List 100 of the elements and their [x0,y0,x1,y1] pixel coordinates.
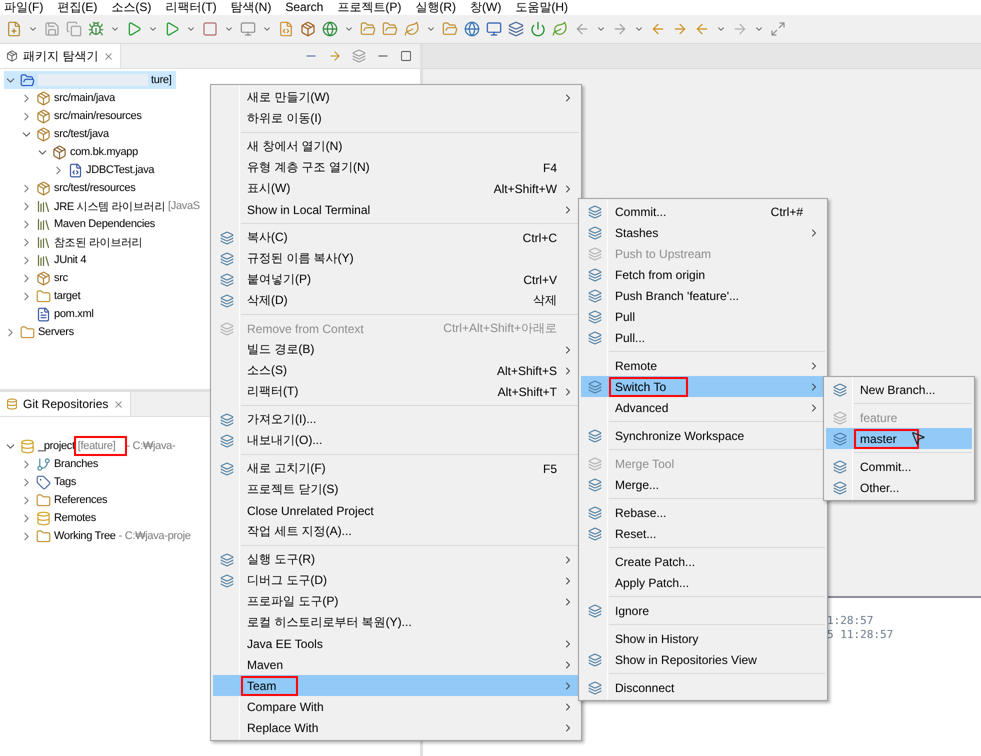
stop-icon[interactable] [202,21,218,37]
bug-icon[interactable] [88,21,104,37]
new-file-icon[interactable] [6,21,22,37]
menu-item[interactable]: Fetch from origin [581,264,825,285]
menu-item[interactable]: Advanced [581,397,825,418]
menu-item[interactable]: 붙여넣기(P) Ctrl+V [213,269,579,290]
menu-item[interactable]: 새로 고치기(F) F5 [213,458,579,479]
tree-item[interactable]: pom.xml [20,305,98,323]
power-icon[interactable] [530,21,546,37]
menu-bar-item[interactable]: 탐색(N) [230,0,272,15]
menu-bar-item[interactable]: 도움말(H) [515,0,568,15]
menu-bar-item[interactable]: 파일(F) [4,0,44,15]
menu-item[interactable]: Compare With [213,696,579,717]
menu-item[interactable]: Team [213,675,579,696]
run-tool-icon[interactable] [164,21,180,37]
tree-item[interactable]: Remotes [20,509,100,527]
menu-item[interactable]: 삭제(D) 삭제 [213,290,579,311]
menu-item[interactable]: 내보내기(O)... [213,430,579,451]
menu-item[interactable]: Commit... Ctrl+# [581,201,825,222]
menu-bar-item[interactable]: 실행(R) [415,0,456,15]
tree-item[interactable]: Working Tree - C:₩java-proje [20,527,195,545]
menu-bar-item[interactable]: 창(W) [470,0,502,15]
tree-item[interactable]: src [20,269,72,287]
menu-item[interactable]: Replace With [213,717,579,738]
view-tab[interactable]: 패키지 탐색기 [0,44,122,68]
tree-item[interactable]: JRE 시스템 라이브러리 [JavaS [20,197,204,215]
leaf-icon[interactable] [404,21,420,37]
view-tab[interactable]: Git Repositories [0,392,132,416]
menu-item[interactable]: 새로 만들기(W) [213,87,579,108]
tree-item[interactable]: src/test/resources [20,179,140,197]
tree-item[interactable]: Servers [4,323,78,341]
back-icon[interactable] [650,21,666,37]
save-icon[interactable] [44,21,60,37]
menu-item[interactable]: Java EE Tools [213,633,579,654]
menu-item[interactable]: Stashes [581,222,825,243]
menu-item[interactable]: Pull... [581,327,825,348]
menu-item[interactable]: Push Branch 'feature'... [581,285,825,306]
menu-item[interactable]: 규정된 이름 복사(Y) [213,248,579,269]
menu-item[interactable]: Reset... [581,523,825,544]
menu-item[interactable]: 리팩터(T) Alt+Shift+T [213,381,579,402]
menu-item[interactable]: 디버그 도구(D) [213,570,579,591]
tree-item[interactable]: _project [feature] - C:₩java- [4,437,180,455]
menu-item[interactable]: 로컬 히스토리로부터 복원(Y)... [213,612,579,633]
tree-item[interactable]: JDBCTest.java [52,161,158,179]
menu-item[interactable]: Commit... [826,456,972,477]
menu-item[interactable]: Apply Patch... [581,572,825,593]
menu-item[interactable]: 프로파일 도구(P) [213,591,579,612]
tree-item[interactable]: Maven Dependencies [20,215,160,233]
menu-item[interactable]: 빌드 경로(B) [213,339,579,360]
leaf-icon[interactable] [552,21,568,37]
tree-item[interactable]: ture] [4,71,176,89]
tree-item[interactable]: References [20,491,112,509]
tree-item[interactable]: 참조된 라이브러리 [20,233,146,251]
menu-item[interactable]: 새 창에서 열기(N) [213,136,579,157]
menu-item[interactable]: Ignore [581,600,825,621]
tree-item[interactable]: Tags [20,473,80,491]
close-icon[interactable] [103,50,114,62]
menu-item[interactable]: Show in History [581,628,825,649]
menu-item[interactable]: Merge... [581,474,825,495]
menu-item[interactable]: master [826,428,972,449]
tree-item[interactable]: com.bk.myapp [36,143,142,161]
tree-item[interactable]: JUnit 4 [20,251,90,269]
menu-item[interactable]: 유형 계층 구조 열기(N) F4 [213,157,579,178]
close-icon[interactable] [113,398,124,410]
forward-icon[interactable] [612,21,628,37]
menu-item[interactable]: Rebase... [581,502,825,523]
menu-item[interactable]: 표시(W) Alt+Shift+W [213,178,579,199]
menu-bar-item[interactable]: 프로젝트(P) [337,0,402,15]
menu-item[interactable]: Pull [581,306,825,327]
open-folder-icon[interactable] [360,21,376,37]
java-file-icon[interactable] [278,21,294,37]
menu-item[interactable]: Remote [581,355,825,376]
menu-item[interactable]: Maven [213,654,579,675]
tree-item[interactable]: Branches [20,455,102,473]
globe-icon[interactable] [464,21,480,37]
folder-icon[interactable] [442,21,458,37]
menu-bar-item[interactable]: 소스(S) [111,0,152,15]
menu-item[interactable]: Show in Local Terminal [213,199,579,220]
folder-icon[interactable] [382,21,398,37]
menu-item[interactable]: Disconnect [581,677,825,698]
menu-item[interactable]: Other... [826,477,972,498]
menu-item[interactable]: 하위로 이동(I) [213,108,579,129]
menu-item[interactable]: Show in Repositories View [581,649,825,670]
back-icon[interactable] [694,21,710,37]
tree-item[interactable]: src/main/java [20,89,119,107]
maximize-icon[interactable] [400,50,412,62]
menu-item[interactable]: Synchronize Workspace [581,425,825,446]
back-icon[interactable] [574,21,590,37]
globe-icon[interactable] [322,21,338,37]
tree-item[interactable]: src/main/resources [20,107,146,125]
tree-item[interactable]: target [20,287,84,305]
menu-item[interactable]: New Branch... [826,379,972,400]
menu-item[interactable]: 복사(C) Ctrl+C [213,227,579,248]
menu-item[interactable]: 가져오기(I)... [213,409,579,430]
menu-item[interactable]: Create Patch... [581,551,825,572]
forward-icon[interactable] [672,21,688,37]
menu-bar-item[interactable]: Search [285,0,324,15]
menu-item[interactable]: 프로젝트 닫기(S) [213,479,579,500]
menu-item[interactable]: Close Unrelated Project [213,500,579,521]
menu-item[interactable]: Switch To [581,376,825,397]
